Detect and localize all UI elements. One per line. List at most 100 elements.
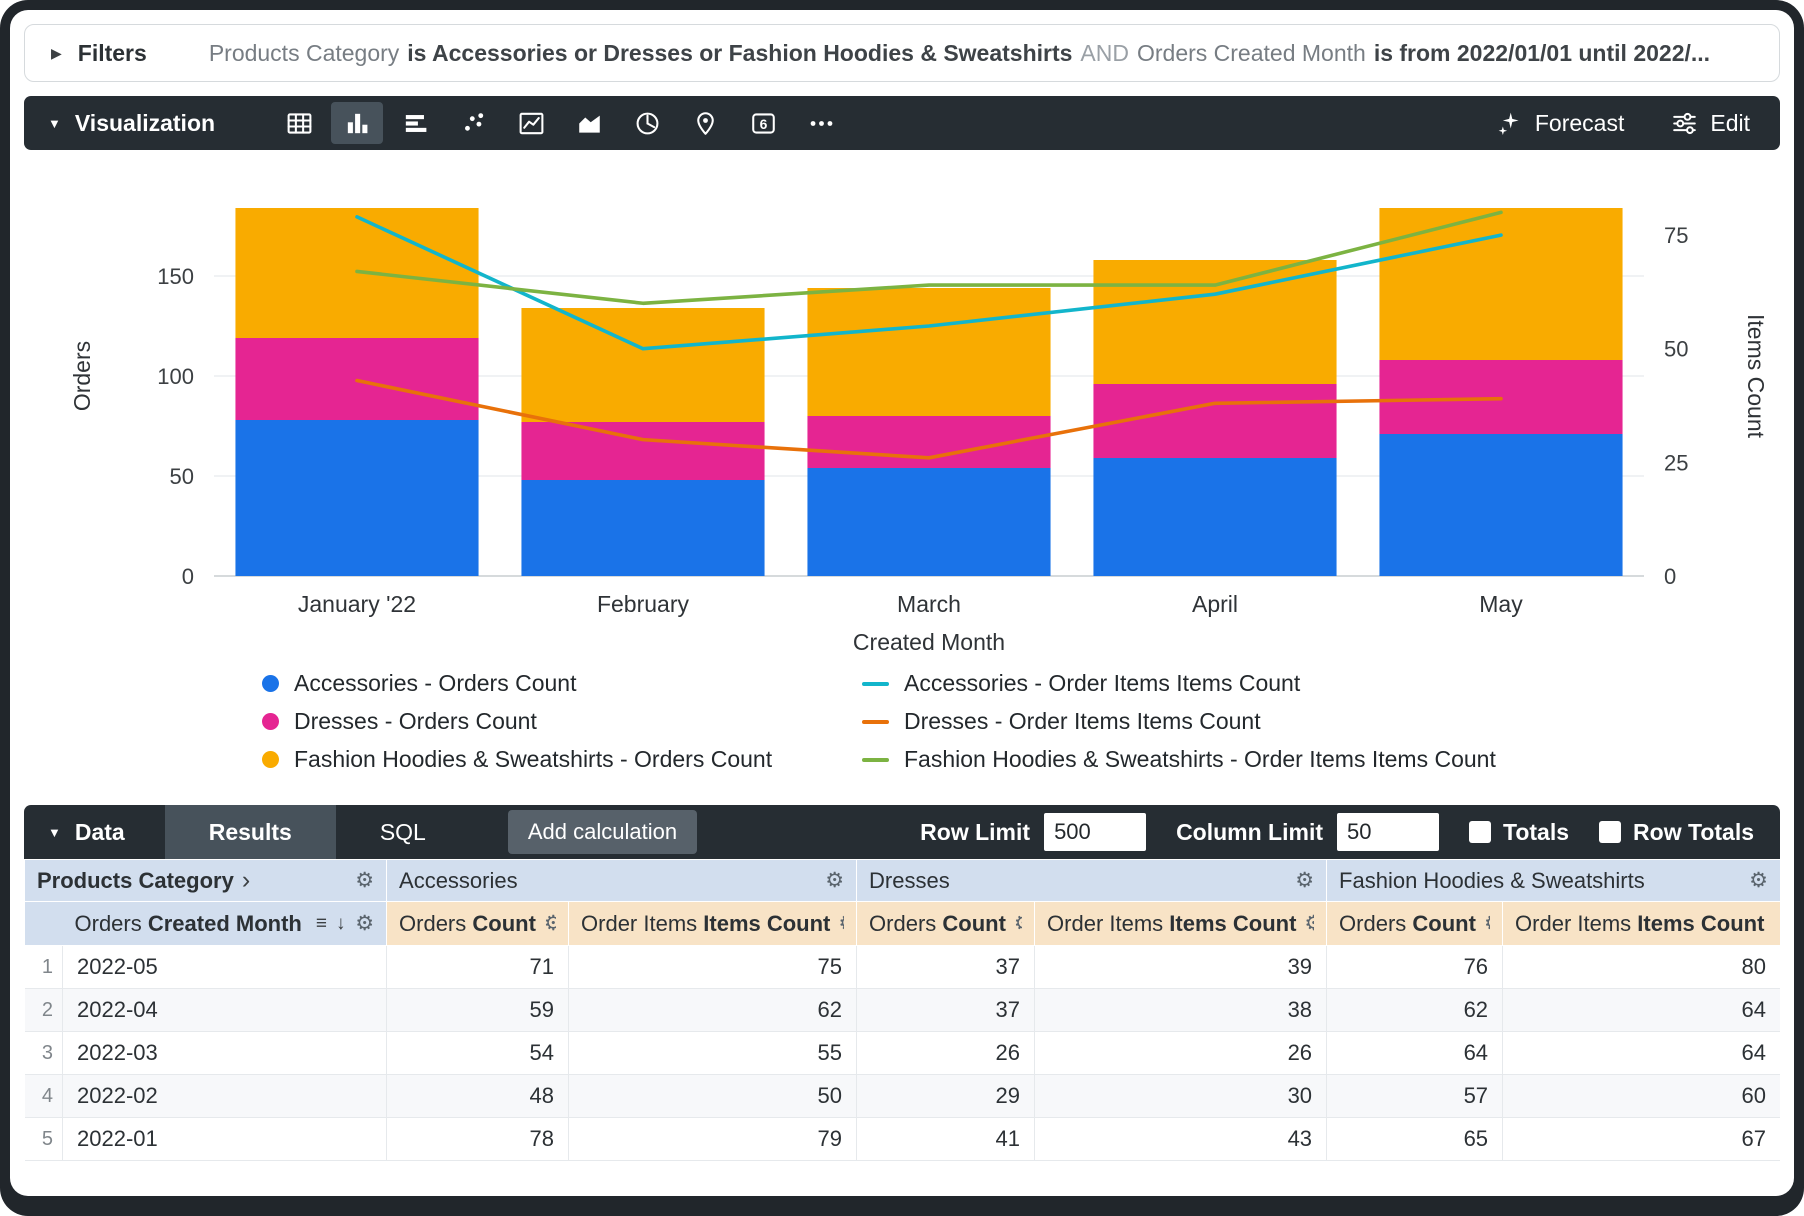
measure-cell[interactable]: 67 xyxy=(1503,1118,1780,1161)
row-totals-checkbox[interactable] xyxy=(1599,821,1621,843)
filter-summary[interactable]: Products Categoryis Accessories or Dress… xyxy=(209,40,1753,67)
legend-item[interactable]: Dresses - Orders Count xyxy=(262,706,862,737)
table-row: 32022-03545526266464 xyxy=(25,1032,1781,1075)
measure-cell[interactable]: 55 xyxy=(569,1032,857,1075)
add-calculation-button[interactable]: Add calculation xyxy=(508,810,697,854)
totals-control: Totals xyxy=(1469,819,1569,846)
filters-bar[interactable]: ▶ Filters Products Categoryis Accessorie… xyxy=(24,24,1780,82)
measure-cell[interactable]: 71 xyxy=(387,946,569,989)
measure-cell[interactable]: 29 xyxy=(857,1075,1035,1118)
measure-group-header[interactable]: Dresses⚙ xyxy=(857,860,1327,902)
forecast-label: Forecast xyxy=(1535,110,1624,137)
measure-field-header[interactable]: Order Items Items Count⚙ xyxy=(1503,902,1780,946)
tab-sql[interactable]: SQL xyxy=(336,805,470,859)
dimension-group-header[interactable]: Products Category›⚙ xyxy=(25,860,387,902)
map-icon[interactable] xyxy=(679,102,731,144)
area-chart-icon[interactable] xyxy=(563,102,615,144)
data-tabs: Results SQL xyxy=(165,805,470,859)
sort-desc-icon[interactable]: ↓ xyxy=(336,913,346,935)
gear-icon[interactable]: ⚙ xyxy=(1296,911,1314,936)
gear-icon[interactable]: ⚙ xyxy=(1476,911,1490,936)
dimension-cell[interactable]: 2022-05 xyxy=(63,946,387,989)
chevron-right-icon[interactable]: › xyxy=(242,866,250,895)
measure-cell[interactable]: 75 xyxy=(569,946,857,989)
measure-cell[interactable]: 26 xyxy=(857,1032,1035,1075)
legend-item[interactable]: Accessories - Orders Count xyxy=(262,668,862,699)
dimension-cell[interactable]: 2022-02 xyxy=(63,1075,387,1118)
dimension-cell[interactable]: 2022-04 xyxy=(63,989,387,1032)
gear-icon[interactable]: ⚙ xyxy=(1006,911,1022,936)
legend-item[interactable]: Accessories - Order Items Items Count xyxy=(862,668,1496,699)
gear-icon[interactable]: ⚙ xyxy=(817,868,844,893)
scatter-chart-icon[interactable] xyxy=(447,102,499,144)
measure-cell[interactable]: 64 xyxy=(1327,1032,1503,1075)
legend-item[interactable]: Fashion Hoodies & Sweatshirts - Order It… xyxy=(862,744,1496,775)
measure-cell[interactable]: 41 xyxy=(857,1118,1035,1161)
edit-button[interactable]: Edit xyxy=(1670,109,1750,138)
measure-cell[interactable]: 30 xyxy=(1035,1075,1327,1118)
gear-icon[interactable]: ⚙ xyxy=(347,868,374,893)
measure-cell[interactable]: 57 xyxy=(1327,1075,1503,1118)
measure-field-header[interactable]: Orders Count⚙ xyxy=(857,902,1035,946)
measure-field-header[interactable]: Orders Count⚙ xyxy=(1327,902,1503,946)
measure-cell[interactable]: 50 xyxy=(569,1075,857,1118)
gear-icon[interactable]: ⚙ xyxy=(830,911,844,936)
measure-cell[interactable]: 54 xyxy=(387,1032,569,1075)
measure-cell[interactable]: 64 xyxy=(1503,1032,1780,1075)
measure-cell[interactable]: 59 xyxy=(387,989,569,1032)
legend-swatch xyxy=(862,720,889,724)
measure-group-header[interactable]: Accessories⚙ xyxy=(387,860,857,902)
line-chart-icon[interactable] xyxy=(505,102,557,144)
subtotal-icon[interactable]: ≡ xyxy=(316,913,327,935)
row-totals-label: Row Totals xyxy=(1633,819,1754,846)
more-icon[interactable] xyxy=(795,102,847,144)
legend-item[interactable]: Dresses - Order Items Items Count xyxy=(862,706,1496,737)
totals-checkbox[interactable] xyxy=(1469,821,1491,843)
legend-item[interactable]: Fashion Hoodies & Sweatshirts - Orders C… xyxy=(262,744,862,775)
measure-field-header[interactable]: Order Items Items Count⚙ xyxy=(569,902,857,946)
measure-cell[interactable]: 62 xyxy=(1327,989,1503,1032)
measure-cell[interactable]: 43 xyxy=(1035,1118,1327,1161)
measure-cell[interactable]: 26 xyxy=(1035,1032,1327,1075)
tab-results[interactable]: Results xyxy=(165,805,336,859)
measure-field-header[interactable]: Orders Count⚙ xyxy=(387,902,569,946)
collapse-visualization-icon[interactable]: ▼ xyxy=(48,116,61,131)
single-value-icon[interactable]: 6 xyxy=(737,102,789,144)
measure-cell[interactable]: 64 xyxy=(1503,989,1780,1032)
expand-filters-icon[interactable]: ▶ xyxy=(51,45,62,62)
gear-icon[interactable]: ⚙ xyxy=(347,911,374,936)
gear-icon[interactable]: ⚙ xyxy=(1741,868,1768,893)
measure-cell[interactable]: 37 xyxy=(857,989,1035,1032)
bar-chart-icon[interactable] xyxy=(389,102,441,144)
column-limit-input[interactable] xyxy=(1337,813,1439,851)
collapse-data-icon[interactable]: ▼ xyxy=(48,825,61,840)
gear-icon[interactable]: ⚙ xyxy=(536,911,556,936)
row-number-header xyxy=(25,902,63,946)
dimension-cell[interactable]: 2022-03 xyxy=(63,1032,387,1075)
gear-icon[interactable]: ⚙ xyxy=(1287,868,1314,893)
measure-cell[interactable]: 48 xyxy=(387,1075,569,1118)
measure-cell[interactable]: 79 xyxy=(569,1118,857,1161)
measure-cell[interactable]: 80 xyxy=(1503,946,1780,989)
measure-cell[interactable]: 39 xyxy=(1035,946,1327,989)
measure-cell[interactable]: 65 xyxy=(1327,1118,1503,1161)
table-row: 12022-05717537397680 xyxy=(25,946,1781,989)
row-limit-input[interactable] xyxy=(1044,813,1146,851)
gear-icon[interactable]: ⚙ xyxy=(1764,911,1768,936)
measure-cell[interactable]: 78 xyxy=(387,1118,569,1161)
forecast-button[interactable]: Forecast xyxy=(1495,109,1624,138)
table-icon[interactable] xyxy=(273,102,325,144)
measure-cell[interactable]: 60 xyxy=(1503,1075,1780,1118)
column-chart-icon[interactable] xyxy=(331,102,383,144)
dimension-cell[interactable]: 2022-01 xyxy=(63,1118,387,1161)
measure-cell[interactable]: 37 xyxy=(857,946,1035,989)
pie-chart-icon[interactable] xyxy=(621,102,673,144)
measure-group-header[interactable]: Fashion Hoodies & Sweatshirts⚙ xyxy=(1327,860,1780,902)
dimension-field-header[interactable]: Orders Created Month ≡↓⚙ xyxy=(63,902,387,946)
row-limit-label: Row Limit xyxy=(920,819,1030,846)
combo-chart[interactable]: 0501001500255075January '22FebruaryMarch… xyxy=(24,156,1780,656)
measure-cell[interactable]: 62 xyxy=(569,989,857,1032)
measure-field-header[interactable]: Order Items Items Count⚙ xyxy=(1035,902,1327,946)
measure-cell[interactable]: 38 xyxy=(1035,989,1327,1032)
measure-cell[interactable]: 76 xyxy=(1327,946,1503,989)
